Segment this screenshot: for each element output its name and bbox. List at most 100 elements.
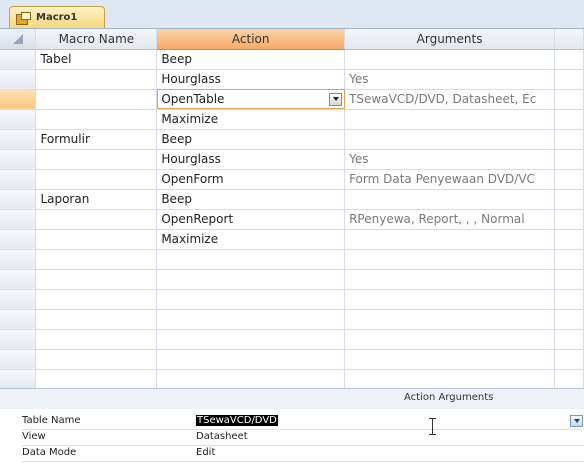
action-cell[interactable] <box>156 309 346 330</box>
macro-name-cell[interactable] <box>35 309 158 330</box>
action-cell[interactable] <box>156 269 346 290</box>
tab-macro1[interactable]: Macro1 <box>9 6 105 28</box>
arguments-cell <box>344 249 556 270</box>
row-selector[interactable] <box>0 69 37 90</box>
action-cell[interactable]: Beep <box>156 129 346 150</box>
table-name-dropdown-button[interactable] <box>570 415 583 427</box>
action-cell[interactable]: Beep <box>156 189 346 210</box>
row-selector[interactable] <box>0 289 37 310</box>
table-row[interactable]: Tabel Beep <box>0 49 584 70</box>
action-cell[interactable] <box>156 369 346 390</box>
action-value: OpenTable <box>161 92 225 106</box>
action-cell[interactable]: Maximize <box>156 109 346 130</box>
table-row[interactable]: Maximize <box>0 109 584 130</box>
row-selector[interactable] <box>0 189 37 210</box>
row-selector[interactable] <box>0 249 37 270</box>
action-cell[interactable] <box>156 349 346 370</box>
table-row[interactable] <box>0 269 584 290</box>
macro-name-cell[interactable] <box>35 89 158 110</box>
macro-name-cell[interactable] <box>35 69 158 90</box>
macro-name-cell[interactable] <box>35 369 158 390</box>
extra-cell <box>554 349 584 370</box>
extra-cell <box>554 109 584 130</box>
data-mode-value[interactable]: Edit <box>196 447 215 458</box>
arguments-cell: Yes <box>344 69 556 90</box>
row-selector[interactable] <box>0 229 37 250</box>
arguments-cell <box>344 369 556 390</box>
action-cell[interactable]: OpenReport <box>156 209 346 230</box>
extra-cell <box>554 249 584 270</box>
row-selector[interactable] <box>0 169 37 190</box>
table-row[interactable] <box>0 349 584 370</box>
row-selector[interactable] <box>0 269 37 290</box>
chevron-down-icon <box>332 97 339 101</box>
action-cell[interactable] <box>156 249 346 270</box>
table-row[interactable]: OpenForm Form Data Penyewaan DVD/VC <box>0 169 584 190</box>
action-cell[interactable]: OpenForm <box>156 169 346 190</box>
action-cell[interactable]: Beep <box>156 49 346 70</box>
arguments-cell <box>344 129 556 150</box>
table-row[interactable]: Laporan Beep <box>0 189 584 210</box>
row-selector[interactable] <box>0 309 37 330</box>
action-cell[interactable]: Hourglass <box>156 149 346 170</box>
macro-name-cell[interactable]: Tabel <box>35 49 158 70</box>
row-selector[interactable] <box>0 49 37 70</box>
arguments-cell <box>344 309 556 330</box>
macro-name-cell[interactable] <box>35 209 158 230</box>
arguments-cell <box>344 269 556 290</box>
macro-name-cell[interactable] <box>35 249 158 270</box>
macro-name-cell[interactable] <box>35 229 158 250</box>
table-name-input[interactable]: TSewaVCD/DVD <box>196 415 278 426</box>
macro-name-cell[interactable] <box>35 349 158 370</box>
extra-cell <box>554 269 584 290</box>
action-cell[interactable]: OpenTable <box>156 89 346 110</box>
extra-cell <box>554 369 584 390</box>
row-selector[interactable] <box>0 149 37 170</box>
column-header-arguments[interactable]: Arguments <box>344 29 556 50</box>
macro-name-cell[interactable] <box>35 269 158 290</box>
table-row[interactable] <box>0 329 584 350</box>
macro-name-cell[interactable]: Formulir <box>35 129 158 150</box>
table-row[interactable] <box>0 289 584 310</box>
action-cell[interactable] <box>156 289 346 310</box>
table-row[interactable] <box>0 249 584 270</box>
column-header-macro-name[interactable]: Macro Name <box>35 29 158 50</box>
macro-name-cell[interactable] <box>35 169 158 190</box>
table-row[interactable]: Hourglass Yes <box>0 149 584 170</box>
property-view[interactable]: View Datasheet <box>22 430 584 446</box>
extra-cell <box>554 189 584 210</box>
view-value[interactable]: Datasheet <box>196 431 248 442</box>
table-row[interactable] <box>0 369 584 390</box>
table-row[interactable]: OpenTable TSewaVCD/DVD, Datasheet, Ec <box>0 89 584 110</box>
arguments-cell: Form Data Penyewaan DVD/VC <box>344 169 556 190</box>
table-row[interactable]: Formulir Beep <box>0 129 584 150</box>
action-cell[interactable]: Hourglass <box>156 69 346 90</box>
row-selector[interactable] <box>0 209 37 230</box>
macro-name-cell[interactable] <box>35 149 158 170</box>
macro-table: Macro Name Action Arguments Tabel Beep Hou… <box>0 29 584 390</box>
column-header-action[interactable]: Action <box>156 29 346 50</box>
action-dropdown-button[interactable] <box>329 92 343 106</box>
macro-name-cell[interactable]: Laporan <box>35 189 158 210</box>
property-table-name[interactable]: Table Name TSewaVCD/DVD <box>22 414 584 430</box>
row-selector[interactable] <box>0 89 37 110</box>
action-cell[interactable] <box>156 329 346 350</box>
action-cell[interactable]: Maximize <box>156 229 346 250</box>
macro-name-cell[interactable] <box>35 109 158 130</box>
row-selector[interactable] <box>0 349 37 370</box>
row-selector[interactable] <box>0 109 37 130</box>
table-row[interactable] <box>0 309 584 330</box>
row-selector[interactable] <box>0 329 37 350</box>
property-data-mode[interactable]: Data Mode Edit <box>22 446 584 462</box>
table-row[interactable]: Maximize <box>0 229 584 250</box>
extra-cell <box>554 329 584 350</box>
table-row[interactable]: Hourglass Yes <box>0 69 584 90</box>
macro-name-cell[interactable] <box>35 329 158 350</box>
macro-name-cell[interactable] <box>35 289 158 310</box>
row-selector[interactable] <box>0 369 37 390</box>
arguments-cell: TSewaVCD/DVD, Datasheet, Ec <box>344 89 556 110</box>
action-arguments-panel: Table Name TSewaVCD/DVD View Datasheet D… <box>22 414 584 462</box>
table-row[interactable]: OpenReport RPenyewa, Report, , , Normal <box>0 209 584 230</box>
row-selector[interactable] <box>0 129 37 150</box>
select-all-corner[interactable] <box>0 29 37 50</box>
